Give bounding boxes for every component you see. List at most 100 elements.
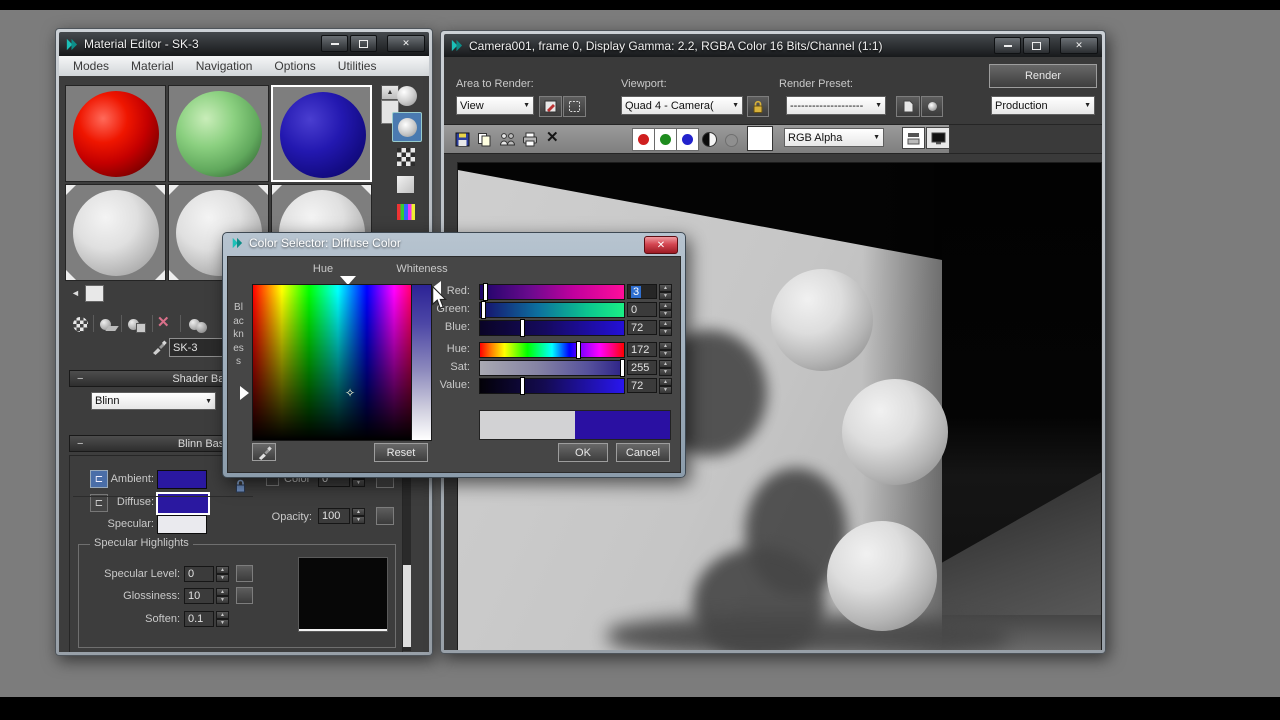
minimize-button[interactable] — [994, 37, 1021, 54]
reset-map-icon[interactable]: ✕ — [157, 313, 170, 331]
green-channel-button[interactable] — [654, 128, 677, 151]
green-value-field[interactable]: 0 — [627, 302, 657, 317]
material-editor-titlebar[interactable]: Material Editor - SK-3 ✕ — [59, 32, 429, 56]
ok-button[interactable]: OK — [558, 443, 608, 462]
hue-blackness-field[interactable] — [252, 284, 424, 441]
specular-level-map-button[interactable] — [236, 565, 253, 582]
blue-value-field[interactable]: 72 — [627, 320, 657, 335]
auto-region-icon[interactable] — [563, 96, 586, 117]
put-material-to-scene-icon[interactable] — [97, 314, 119, 334]
opacity-map-button[interactable] — [376, 507, 394, 525]
sat-value-field[interactable]: 255 — [627, 360, 657, 375]
pick-material-eyedropper-icon[interactable] — [149, 338, 169, 356]
blue-spinner[interactable]: ▲ ▼ — [659, 320, 672, 336]
monitor-display-icon[interactable] — [926, 127, 950, 149]
channel-display-dropdown[interactable]: RGB Alpha ▼ — [784, 128, 884, 147]
assign-material-to-selection-icon[interactable] — [125, 314, 149, 334]
hue-value-field[interactable]: 172 — [627, 342, 657, 357]
specular-level-field[interactable]: 0 — [184, 566, 214, 582]
clear-color-swatch[interactable] — [747, 126, 773, 151]
sample-type-sphere-icon[interactable] — [395, 84, 419, 108]
blue-slider[interactable] — [479, 319, 625, 337]
material-slot-green[interactable] — [168, 85, 269, 182]
checkered-background-button[interactable] — [397, 148, 415, 166]
alpha-channel-icon-disabled[interactable] — [725, 134, 738, 147]
material-slot-red[interactable] — [65, 85, 166, 182]
cancel-button[interactable]: Cancel — [616, 443, 670, 462]
value-slider[interactable] — [479, 377, 625, 395]
menu-options[interactable]: Options — [274, 59, 315, 73]
backlight-button-active[interactable] — [392, 112, 422, 142]
blue-channel-button[interactable] — [676, 128, 699, 151]
minimize-button[interactable] — [321, 35, 348, 52]
ambient-color-swatch[interactable] — [157, 470, 207, 489]
material-slot-gray-1[interactable] — [65, 184, 166, 281]
shader-type-dropdown[interactable]: Blinn ▼ — [91, 392, 216, 410]
glossiness-spinner[interactable]: ▲ ▼ — [216, 588, 229, 604]
blackness-marker-icon[interactable] — [240, 386, 249, 400]
render-mode-dropdown[interactable]: Production ▼ — [991, 96, 1095, 115]
value-spinner[interactable]: ▲ ▼ — [659, 378, 672, 394]
make-material-copy-icon[interactable] — [185, 314, 211, 334]
viewport-lock-icon[interactable] — [747, 96, 769, 117]
clone-rendered-frame-icon[interactable] — [497, 130, 517, 148]
clear-image-icon[interactable]: ✕ — [546, 128, 559, 146]
specular-level-spinner[interactable]: ▲ ▼ — [216, 566, 229, 582]
sat-slider[interactable] — [479, 359, 625, 377]
red-slider[interactable] — [479, 283, 625, 301]
value-value-field[interactable]: 72 — [627, 378, 657, 393]
hue-spinner[interactable]: ▲ ▼ — [659, 342, 672, 358]
snapshot-icon[interactable] — [921, 96, 943, 117]
save-preset-icon[interactable] — [896, 96, 920, 117]
menu-material[interactable]: Material — [131, 59, 174, 73]
save-image-icon[interactable] — [453, 130, 471, 148]
old-color-swatch — [480, 411, 575, 439]
render-button[interactable]: Render — [989, 64, 1097, 88]
close-button[interactable]: ✕ — [387, 35, 425, 52]
get-material-icon[interactable] — [69, 314, 91, 334]
green-slider[interactable] — [479, 301, 625, 319]
opacity-value-field[interactable]: 100 — [318, 508, 350, 524]
render-preset-dropdown[interactable]: -------------------- ▼ — [786, 96, 886, 115]
copy-image-icon[interactable] — [475, 130, 493, 148]
close-button[interactable]: ✕ — [1060, 37, 1098, 54]
green-spinner[interactable]: ▲ ▼ — [659, 302, 672, 318]
blue-dot-icon — [682, 134, 693, 145]
maximize-button[interactable] — [350, 35, 377, 52]
sat-spinner[interactable]: ▲ ▼ — [659, 360, 672, 376]
sat-label: Sat: — [450, 361, 470, 373]
slots-hscroll-thumb[interactable] — [85, 285, 104, 302]
ambient-diffuse-link-lock-icon[interactable] — [234, 478, 246, 494]
maximize-button[interactable] — [1023, 37, 1050, 54]
red-value-field[interactable]: 3 — [627, 284, 657, 299]
edit-region-icon[interactable] — [539, 96, 562, 117]
material-slot-blue-active[interactable] — [271, 85, 372, 182]
menu-navigation[interactable]: Navigation — [196, 59, 253, 73]
render-window-titlebar[interactable]: Camera001, frame 0, Display Gamma: 2.2, … — [444, 34, 1102, 57]
opacity-spinner[interactable]: ▲ ▼ — [352, 508, 365, 524]
sample-screen-color-eyedropper-icon[interactable] — [252, 443, 276, 461]
soften-field[interactable]: 0.1 — [184, 611, 214, 627]
hue-slider[interactable] — [479, 341, 625, 359]
specular-color-swatch[interactable] — [157, 515, 207, 534]
red-spinner[interactable]: ▲ ▼ — [659, 284, 672, 300]
red-channel-button[interactable] — [632, 128, 655, 151]
menu-utilities[interactable]: Utilities — [338, 59, 377, 73]
reset-button[interactable]: Reset — [374, 443, 428, 462]
sample-uv-tiling-button[interactable] — [397, 176, 414, 193]
close-button[interactable]: ✕ — [644, 236, 678, 254]
glossiness-map-button[interactable] — [236, 587, 253, 604]
monochrome-channel-icon[interactable] — [702, 132, 717, 147]
color-selector-titlebar[interactable]: Color Selector: Diffuse Color — [231, 236, 401, 250]
params-scrollbar-thumb[interactable] — [403, 565, 411, 647]
slots-scroll-left-button[interactable]: ◄ — [71, 288, 80, 298]
print-image-icon[interactable] — [521, 130, 539, 148]
soften-spinner[interactable]: ▲ ▼ — [216, 611, 229, 627]
area-to-render-dropdown[interactable]: View ▼ — [456, 96, 534, 115]
viewport-dropdown[interactable]: Quad 4 - Camera(▼ — [621, 96, 743, 115]
3dsmax-logo-icon — [65, 38, 78, 51]
layers-dialog-icon[interactable] — [902, 127, 925, 149]
video-color-check-button[interactable] — [397, 204, 415, 220]
glossiness-field[interactable]: 10 — [184, 588, 214, 604]
menu-modes[interactable]: Modes — [73, 59, 109, 73]
